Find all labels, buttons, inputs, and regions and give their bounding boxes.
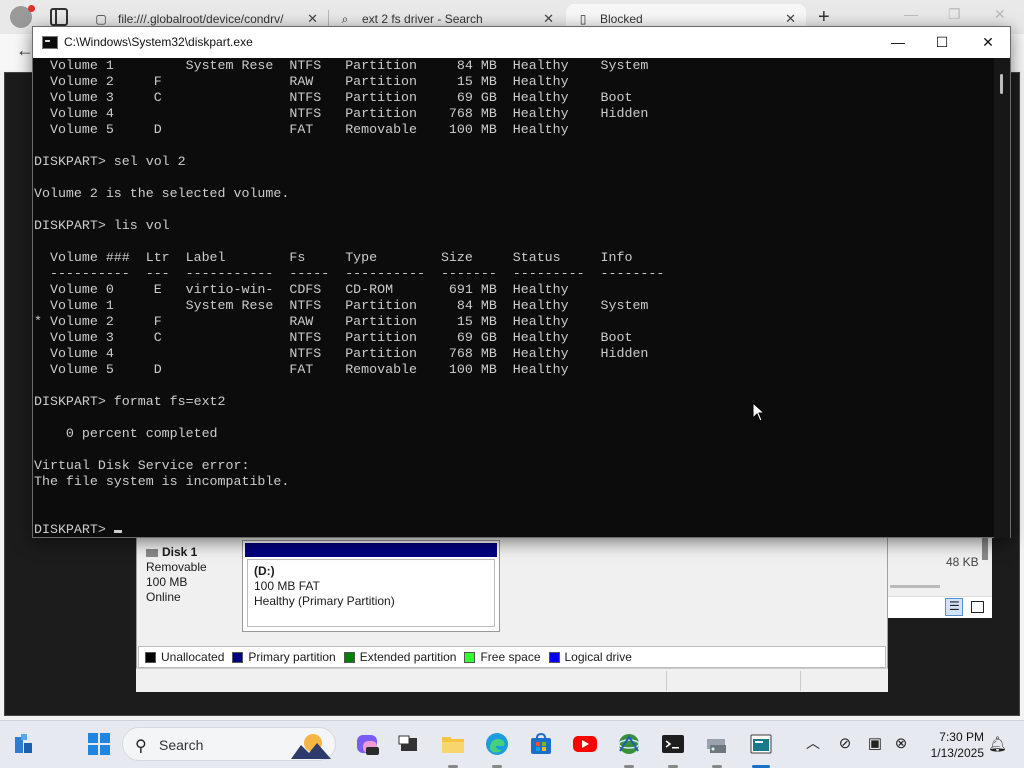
copilot-icon[interactable] <box>354 731 380 757</box>
scrollbar[interactable] <box>982 538 988 560</box>
page-icon: ▢ <box>95 12 107 26</box>
console-scrollbar[interactable] <box>994 58 1010 538</box>
terminal-icon[interactable] <box>660 731 686 757</box>
search-placeholder: Search <box>159 737 204 753</box>
disk-label[interactable]: Disk 1 Removable 100 MB Online <box>138 542 240 634</box>
youtube-icon[interactable] <box>572 731 598 757</box>
minimize-button[interactable]: — <box>883 31 913 53</box>
disk-name: Disk 1 <box>162 545 198 559</box>
tab-title: file:///.globalroot/device/condrv/ <box>118 12 284 26</box>
text-cursor <box>113 530 122 533</box>
disk-size: 100 MB <box>146 575 188 589</box>
close-tab-icon[interactable]: ✕ <box>543 11 554 27</box>
diskpart-console-window[interactable]: C:\Windows\System32\diskpart.exe — ☐ ✕ V… <box>32 26 1011 538</box>
disk-status: Online <box>146 590 181 604</box>
volume-muted-icon[interactable]: ⊗ <box>892 735 910 753</box>
document-icon: ▯ <box>579 12 587 26</box>
search-highlight-icon <box>291 734 331 759</box>
partition-status: Healthy (Primary Partition) <box>254 594 395 608</box>
notifications-bell-icon[interactable]: 🔔︎ <box>988 735 1007 753</box>
primary-partition-bar <box>245 543 497 557</box>
disk-icon <box>146 548 158 557</box>
partition-name: (D:) <box>254 564 275 578</box>
widgets-icon[interactable] <box>12 731 38 757</box>
microsoft-store-icon[interactable] <box>528 731 554 757</box>
legend-item: Logical drive <box>548 650 632 664</box>
graphical-view-icon[interactable] <box>968 598 986 616</box>
list-view-icon[interactable] <box>945 598 963 616</box>
partition-legend: Unallocated Primary partition Extended p… <box>138 646 886 668</box>
search-icon: ⌕ <box>341 12 349 26</box>
horizontal-scrollbar[interactable] <box>890 585 940 588</box>
edge-browser-icon[interactable] <box>484 731 510 757</box>
maximize-button[interactable]: ☐ <box>927 31 957 53</box>
legend-swatch <box>145 651 156 663</box>
tab-actions-icon[interactable] <box>50 8 68 26</box>
disk-management-app-icon[interactable] <box>704 731 730 757</box>
search-icon: ⚲ <box>135 738 147 755</box>
status-bar <box>136 668 888 692</box>
tab-title: Blocked <box>600 12 643 26</box>
network-disconnected-icon[interactable]: ⊘ <box>836 735 854 753</box>
maximize-icon[interactable]: ❐ <box>948 6 961 23</box>
legend-swatch <box>464 651 476 663</box>
show-hidden-icons-chevron-icon[interactable]: ︿ <box>806 733 820 753</box>
clock-time: 7:30 PM <box>939 730 984 744</box>
legend-item: Unallocated <box>145 650 224 664</box>
legend-swatch <box>548 651 560 663</box>
legend-label: Unallocated <box>161 650 225 664</box>
window-title: C:\Windows\System32\diskpart.exe <box>64 35 253 49</box>
disk-type: Removable <box>146 560 207 574</box>
legend-swatch <box>343 651 355 663</box>
task-view-icon[interactable] <box>396 731 422 757</box>
tab-title: ext 2 fs driver - Search <box>362 12 483 26</box>
console-output[interactable]: Volume 1 System Rese NTFS Partition 84 M… <box>33 58 993 538</box>
legend-swatch <box>232 651 244 663</box>
partition-info: 100 MB FAT <box>254 579 320 593</box>
taskbar-search-box[interactable]: ⚲ Search <box>122 727 336 761</box>
legend-item: Free space <box>464 650 541 664</box>
close-tab-icon[interactable]: ✕ <box>307 11 318 27</box>
network-app-icon[interactable] <box>616 731 642 757</box>
legend-label: Primary partition <box>248 650 336 664</box>
partition-block[interactable]: (D:) 100 MB FAT Healthy (Primary Partiti… <box>242 540 500 632</box>
console-icon <box>42 36 58 49</box>
taskbar: ⚲ Search ︿ ⊘ ▣ ⊗ 7:30 PM 1/13/2025 🔔︎ <box>0 720 1024 768</box>
file-explorer-icon[interactable] <box>440 731 466 757</box>
legend-label: Extended partition <box>359 650 457 664</box>
clock-date: 1/13/2025 <box>930 746 984 760</box>
system-clock[interactable]: 7:30 PM 1/13/2025 <box>918 729 984 761</box>
scrollbar-thumb[interactable] <box>1000 74 1003 94</box>
legend-item: Extended partition <box>343 650 457 664</box>
close-tab-icon[interactable]: ✕ <box>785 11 796 27</box>
console-app-icon[interactable] <box>748 731 774 757</box>
legend-item: Primary partition <box>232 650 336 664</box>
volume-size-cell: 48 KB <box>946 555 979 569</box>
legend-label: Logical drive <box>564 650 632 664</box>
console-text: Volume 1 System Rese NTFS Partition 84 M… <box>34 58 665 537</box>
minimize-icon[interactable]: — <box>904 6 918 22</box>
console-title-bar[interactable]: C:\Windows\System32\diskpart.exe — ☐ ✕ <box>33 27 1010 58</box>
close-button[interactable]: ✕ <box>973 31 1003 53</box>
start-button-icon[interactable] <box>86 731 112 757</box>
display-icon[interactable]: ▣ <box>866 735 884 753</box>
mouse-pointer-icon <box>752 402 766 422</box>
profile-avatar[interactable] <box>10 5 35 28</box>
legend-label: Free space <box>480 650 541 664</box>
close-icon[interactable]: ✕ <box>994 6 1006 23</box>
